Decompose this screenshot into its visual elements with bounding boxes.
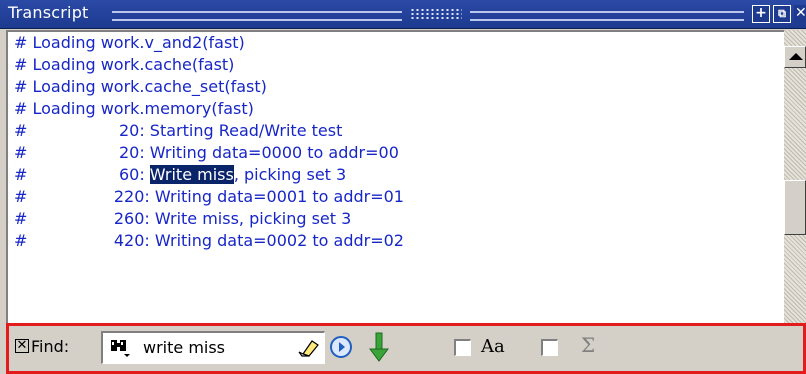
search-match-highlight: Write miss [149,165,234,184]
transcript-line: # 420: Writing data=0002 to addr=02 [14,231,404,250]
transcript-line: # 20: Writing data=0000 to addr=00 [14,143,399,162]
scroll-up-icon[interactable] [784,46,806,68]
window-title: Transcript [8,3,89,22]
search-input[interactable]: write miss [101,331,325,364]
eraser-icon[interactable] [297,339,319,357]
drag-handle[interactable] [410,8,462,20]
find-next-icon[interactable] [329,335,353,359]
find-bar: ✕ Find: write miss Aa Σ [6,323,806,374]
transcript-line: # 220: Writing data=0001 to addr=01 [14,187,404,206]
transcript-line: # 260: Write miss, picking set 3 [14,209,352,228]
drag-grip-right[interactable] [470,11,744,21]
transcript-line: # Loading work.cache_set(fast) [14,77,267,96]
close-find-icon[interactable]: ✕ [15,339,29,353]
line-prefix: # 60: [14,165,150,184]
title-bar[interactable]: Transcript + ⧉ ✕ [0,0,806,29]
drag-grip-left[interactable] [112,11,402,21]
find-label: Find: [31,337,70,356]
transcript-line: # Loading work.memory(fast) [14,99,254,118]
regex-checkbox[interactable] [541,339,558,356]
transcript-window: Transcript + ⧉ ✕ # Loading work.v_and2(f… [0,0,806,374]
close-icon[interactable]: ✕ [794,5,806,23]
transcript-pane[interactable]: # Loading work.v_and2(fast) # Loading wo… [6,30,784,323]
plus-icon[interactable]: + [752,5,770,23]
match-case-label: Aa [481,336,505,357]
undock-icon[interactable]: ⧉ [773,5,791,23]
binoculars-icon[interactable] [109,338,131,358]
search-value: write miss [143,338,226,357]
transcript-line: # Loading work.cache(fast) [14,55,235,74]
transcript-line: # Loading work.v_and2(fast) [14,33,245,52]
match-case-checkbox[interactable] [454,339,471,356]
scroll-thumb[interactable] [784,180,806,235]
transcript-line: # 20: Starting Read/Write test [14,121,343,140]
line-suffix: , picking set 3 [233,165,347,184]
regex-label: Σ [581,333,596,357]
transcript-line-match: # 60: Write miss, picking set 3 [14,164,346,186]
search-down-icon[interactable] [367,331,391,363]
